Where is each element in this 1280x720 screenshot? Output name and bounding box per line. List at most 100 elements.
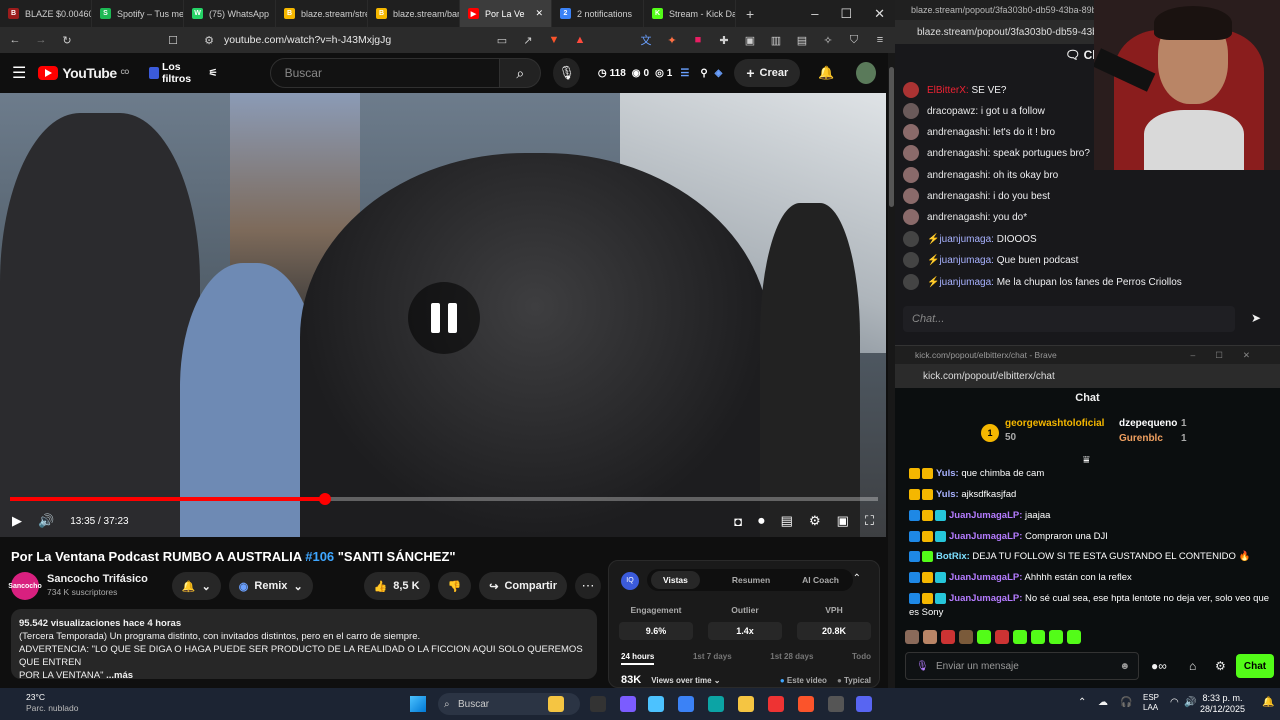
top-gifter-name[interactable]: georgewashtoloficial <box>1005 418 1104 429</box>
badge-icon[interactable] <box>909 530 920 542</box>
windows-start-icon[interactable] <box>410 696 426 712</box>
badge-icon[interactable] <box>922 488 933 500</box>
close-icon[interactable]: ✕ <box>874 6 885 22</box>
share-button[interactable]: ↪ Compartir <box>479 572 567 600</box>
microphone-icon[interactable]: 🎙 <box>916 661 929 672</box>
system-clock[interactable]: 8:33 p. m. 28/12/2025 <box>1200 693 1245 715</box>
leo-icon[interactable]: ✧ <box>821 33 835 47</box>
badge-icon[interactable] <box>922 467 933 479</box>
message-username[interactable]: juanjumaga: <box>939 277 993 288</box>
range-tab[interactable]: Todo <box>852 652 871 665</box>
views-dropdown[interactable]: Views over time ⌄ <box>651 676 720 685</box>
message-username[interactable]: andrenagashi: <box>927 170 990 181</box>
emote-icon[interactable] <box>1031 630 1045 644</box>
message-username[interactable]: ElBitterX: <box>927 85 969 96</box>
badge-icon[interactable] <box>909 509 920 521</box>
message-username[interactable]: JuanJumagaLP: <box>949 593 1022 604</box>
brave-shield-icon[interactable]: ▼ <box>547 33 561 47</box>
emote-icon[interactable] <box>959 630 973 644</box>
volume-icon[interactable]: 🔊 <box>38 513 54 529</box>
show-more-link[interactable]: ...más <box>106 670 133 681</box>
badge-icon[interactable] <box>909 571 920 583</box>
emote-icon[interactable] <box>995 630 1009 644</box>
message-username[interactable]: dracopawz: <box>927 106 978 117</box>
user-avatar[interactable] <box>903 274 919 290</box>
search-input[interactable]: Buscar <box>269 58 501 88</box>
fullscreen-icon[interactable]: ⛶ <box>865 513 874 529</box>
extension-icon[interactable]: ▣ <box>743 33 757 47</box>
collapse-chevron-icon[interactable]: ⌃ <box>853 573 861 584</box>
emoji-icon[interactable]: ☻ <box>1119 661 1130 672</box>
message-username[interactable]: JuanJumagaLP: <box>949 510 1022 521</box>
emote-icon[interactable] <box>1049 630 1063 644</box>
browser-tab[interactable]: Bblaze.stream/bar <box>368 0 460 27</box>
cast-icon[interactable]: ▭ <box>495 33 509 47</box>
emote-icon[interactable] <box>941 630 955 644</box>
sidebar-icon[interactable]: ▥ <box>769 33 783 47</box>
cloud-icon[interactable]: ☁ <box>1098 697 1108 708</box>
folder-icon[interactable] <box>738 696 754 712</box>
progress-scrubber-knob[interactable] <box>319 493 332 505</box>
store-icon[interactable]: ⌂ <box>1189 659 1196 673</box>
pinned-toggle-icon[interactable]: ⩸ <box>1083 454 1090 467</box>
browser-tab[interactable]: B BLAZE $0.00460 <box>0 0 92 27</box>
notification-bell-icon[interactable]: 🔔 <box>1262 697 1274 708</box>
badge-icon[interactable] <box>935 571 946 583</box>
emote-icon[interactable] <box>977 630 991 644</box>
kick-url-bar[interactable]: kick.com/popout/elbitterx/chat <box>895 364 1280 388</box>
badge-icon[interactable] <box>935 530 946 542</box>
language-indicator[interactable]: ESP LAA <box>1143 693 1159 713</box>
translate-icon[interactable]: 文 <box>639 33 653 47</box>
user-avatar[interactable] <box>903 124 919 140</box>
browser-tab[interactable]: K Stream - Kick Da <box>644 0 736 27</box>
message-username[interactable]: JuanJumagaLP: <box>949 531 1022 542</box>
volume-icon[interactable]: 🔊 <box>1184 697 1196 708</box>
wallet-icon[interactable]: ▤ <box>795 33 809 47</box>
notifications-bell-icon[interactable]: 🔔 <box>818 65 834 81</box>
badge-icon[interactable] <box>922 530 933 542</box>
user-avatar[interactable] <box>903 167 919 183</box>
file-explorer-icon[interactable] <box>548 696 564 712</box>
account-avatar[interactable] <box>856 62 876 84</box>
user-avatar[interactable] <box>903 145 919 161</box>
channel-info[interactable]: Sancocho Trifásico 734 K suscriptores <box>47 573 148 599</box>
iq-player-icon[interactable]: ◘ <box>734 514 742 529</box>
forward-icon[interactable]: → <box>34 33 48 47</box>
like-button[interactable]: 👍 8,5 K <box>363 572 430 600</box>
badge-icon[interactable] <box>909 467 920 479</box>
message-username[interactable]: andrenagashi: <box>927 191 990 202</box>
send-icon[interactable]: ➤ <box>1251 311 1261 325</box>
message-username[interactable]: juanjumaga: <box>939 255 993 266</box>
snipping-tool-icon[interactable] <box>620 696 636 712</box>
settings-gear-icon[interactable]: ⚙ <box>1215 659 1226 673</box>
message-username[interactable]: andrenagashi: <box>927 127 990 138</box>
message-username[interactable]: Yuls: <box>936 489 959 500</box>
back-icon[interactable]: ← <box>8 33 22 47</box>
headset-icon[interactable]: 🎧 <box>1120 697 1132 708</box>
badge-icon[interactable] <box>909 550 920 562</box>
youtube-logo[interactable]: YouTube CO <box>38 65 129 81</box>
page-scrollbar[interactable] <box>888 53 895 688</box>
autoplay-toggle-icon[interactable]: ⏺ <box>758 513 765 529</box>
new-tab-button[interactable]: + <box>736 6 764 22</box>
user-avatar[interactable] <box>903 252 919 268</box>
play-icon[interactable]: ▶ <box>12 513 22 529</box>
kick-chat-send-button[interactable]: Chat <box>1236 654 1274 678</box>
badge-icon[interactable] <box>922 550 933 562</box>
badge-icon[interactable] <box>935 592 946 604</box>
show-hidden-icons-icon[interactable]: ⌃ <box>1078 697 1086 708</box>
badge-icon[interactable] <box>909 592 920 604</box>
message-username[interactable]: BotRix: <box>936 551 970 562</box>
share-icon[interactable]: ↗ <box>521 33 535 47</box>
user-avatar[interactable] <box>903 82 919 98</box>
search-button[interactable]: ⌕ <box>500 58 542 88</box>
brave-icon[interactable] <box>798 696 814 712</box>
badge-icon[interactable] <box>922 509 933 521</box>
browser-tab[interactable]: Bblaze.stream/stre <box>276 0 368 27</box>
message-username[interactable]: juanjumaga: <box>939 234 993 245</box>
user-avatar[interactable] <box>903 209 919 225</box>
browser-tab[interactable]: S Spotify – Tus me <box>92 0 184 27</box>
badges-icon[interactable]: ●∞ <box>1151 659 1167 673</box>
extension-stats[interactable]: ◷ 118 ◉ 0 ◎ 1 ☰ ⚲ ◈ <box>598 68 722 79</box>
url-field[interactable]: ⚙ youtube.com/watch?v=h-J43MxjgJg <box>192 30 483 50</box>
